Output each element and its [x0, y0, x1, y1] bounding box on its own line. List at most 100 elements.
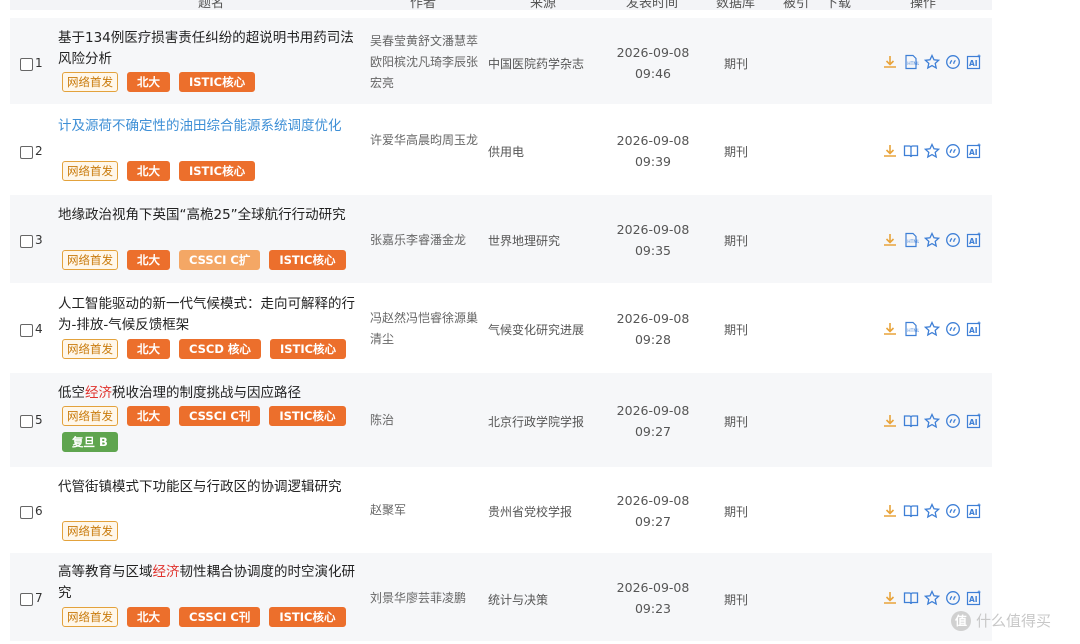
authors[interactable]: 吴春莹黄舒文潘慧萃欧阳槟沈凡琦李辰张宏亮: [370, 31, 480, 94]
download-icon[interactable]: [882, 321, 898, 337]
source-journal[interactable]: 北京行政学院学报: [488, 413, 584, 430]
database: 期刊: [724, 505, 749, 519]
database: 期刊: [724, 145, 749, 159]
authors[interactable]: 许爱华高晨昀周玉龙: [370, 130, 480, 151]
authors[interactable]: 赵聚军: [370, 500, 480, 521]
download-icon[interactable]: [882, 232, 898, 248]
row-operations: AI: [882, 589, 982, 606]
favorite-icon[interactable]: [923, 231, 941, 248]
header-authors[interactable]: 作者: [410, 0, 436, 11]
read-icon[interactable]: [903, 143, 919, 159]
svg-text:HTML: HTML: [907, 239, 919, 245]
download-icon[interactable]: [882, 503, 898, 519]
tag-pku: 北大: [127, 250, 170, 270]
svg-text:AI: AI: [969, 326, 978, 335]
row-number: 3: [35, 233, 43, 247]
tag-istic: ISTIC核心: [269, 406, 346, 426]
ai-icon[interactable]: AI: [966, 590, 982, 606]
row-operations: AI: [882, 502, 982, 519]
tag-istic: ISTIC核心: [269, 607, 346, 627]
ai-icon[interactable]: AI: [966, 54, 982, 70]
html-read-icon[interactable]: HTML: [903, 232, 920, 248]
publish-date: 2026-09-08 09:46: [616, 45, 690, 81]
article-title-link[interactable]: 低空经济税收治理的制度挑战与因应路径: [58, 383, 360, 404]
read-icon[interactable]: [903, 413, 919, 429]
ai-icon[interactable]: AI: [966, 143, 982, 159]
cite-icon[interactable]: [945, 503, 961, 519]
article-title-link[interactable]: 人工智能驱动的新一代气候模式：走向可解释的行为-排放-气候反馈框架: [58, 294, 360, 336]
source-journal[interactable]: 气候变化研究进展: [488, 321, 584, 338]
row-operations: AI: [882, 412, 982, 429]
publish-date: 2026-09-08 09:28: [616, 311, 690, 347]
row-checkbox[interactable]: [20, 506, 33, 519]
svg-text:AI: AI: [969, 418, 978, 427]
table-row: 2 计及源荷不确定性的油田综合能源系统调度优化 网络首发 北大 ISTIC核心 …: [10, 106, 992, 194]
read-icon[interactable]: [903, 590, 919, 606]
keyword-highlight: 经济: [85, 385, 112, 401]
source-journal[interactable]: 供用电: [488, 143, 524, 160]
authors[interactable]: 张嘉乐李睿潘金龙: [370, 230, 480, 251]
row-checkbox[interactable]: [20, 58, 33, 71]
table-header: 题名 作者 来源 发表时间 数据库 被引 下载 操作: [10, 0, 992, 11]
download-icon[interactable]: [882, 143, 898, 159]
header-database[interactable]: 数据库: [716, 0, 755, 11]
row-operations: HTML AI: [882, 231, 982, 248]
read-icon[interactable]: [903, 503, 919, 519]
download-icon[interactable]: [882, 590, 898, 606]
header-source[interactable]: 来源: [530, 0, 556, 11]
html-read-icon[interactable]: HTML: [903, 321, 920, 337]
row-checkbox[interactable]: [20, 415, 33, 428]
source-journal[interactable]: 世界地理研究: [488, 232, 560, 249]
authors[interactable]: 陈治: [370, 410, 480, 431]
source-journal[interactable]: 统计与决策: [488, 591, 548, 608]
svg-text:AI: AI: [969, 508, 978, 517]
header-title[interactable]: 题名: [198, 0, 224, 11]
ai-icon[interactable]: AI: [966, 503, 982, 519]
cite-icon[interactable]: [945, 232, 961, 248]
authors[interactable]: 刘景华廖芸菲凌鹏: [370, 588, 480, 609]
favorite-icon[interactable]: [923, 412, 941, 429]
ai-icon[interactable]: AI: [966, 413, 982, 429]
row-checkbox[interactable]: [20, 146, 33, 159]
article-title-link[interactable]: 高等教育与区域经济韧性耦合协调度的时空演化研究: [58, 562, 360, 604]
row-checkbox[interactable]: [20, 235, 33, 248]
source-journal[interactable]: 中国医院药学杂志: [488, 55, 584, 72]
ai-icon[interactable]: AI: [966, 232, 982, 248]
cite-icon[interactable]: [945, 143, 961, 159]
html-read-icon[interactable]: HTML: [903, 54, 920, 70]
ai-icon[interactable]: AI: [966, 321, 982, 337]
header-cited[interactable]: 被引: [783, 0, 809, 11]
row-number: 5: [35, 413, 43, 427]
watermark-logo: 值: [951, 610, 971, 631]
favorite-icon[interactable]: [923, 589, 941, 606]
row-checkbox[interactable]: [20, 593, 33, 606]
article-title-link[interactable]: 地缘政治视角下英国“高桅25”全球航行行动研究: [58, 205, 360, 226]
favorite-icon[interactable]: [923, 320, 941, 337]
article-title-link[interactable]: 基于134例医疗损害责任纠纷的超说明书用药司法风险分析: [58, 28, 360, 70]
tag-istic: ISTIC核心: [179, 72, 256, 92]
download-icon[interactable]: [882, 413, 898, 429]
publish-date: 2026-09-08 09:23: [616, 580, 690, 616]
cite-icon[interactable]: [945, 54, 961, 70]
tag-online-first: 网络首发: [62, 521, 118, 541]
keyword-highlight: 经济: [152, 564, 180, 580]
favorite-icon[interactable]: [923, 53, 941, 70]
row-number: 4: [35, 322, 43, 336]
article-title-link[interactable]: 代管街镇模式下功能区与行政区的协调逻辑研究: [58, 477, 360, 498]
download-icon[interactable]: [882, 54, 898, 70]
favorite-icon[interactable]: [923, 142, 941, 159]
row-operations: AI: [882, 142, 982, 159]
cite-icon[interactable]: [945, 321, 961, 337]
publish-date: 2026-09-08 09:27: [616, 403, 690, 439]
article-title-link[interactable]: 计及源荷不确定性的油田综合能源系统调度优化: [58, 116, 360, 137]
favorite-icon[interactable]: [923, 502, 941, 519]
header-date[interactable]: 发表时间: [626, 0, 678, 11]
cite-icon[interactable]: [945, 413, 961, 429]
row-checkbox[interactable]: [20, 324, 33, 337]
tag-istic: ISTIC核心: [269, 250, 346, 270]
authors[interactable]: 冯赵然冯恺睿徐源巢清尘: [370, 308, 480, 350]
header-downloads[interactable]: 下载: [825, 0, 851, 11]
source-journal[interactable]: 贵州省党校学报: [488, 503, 572, 520]
publish-date: 2026-09-08 09:39: [616, 133, 690, 169]
cite-icon[interactable]: [945, 590, 961, 606]
